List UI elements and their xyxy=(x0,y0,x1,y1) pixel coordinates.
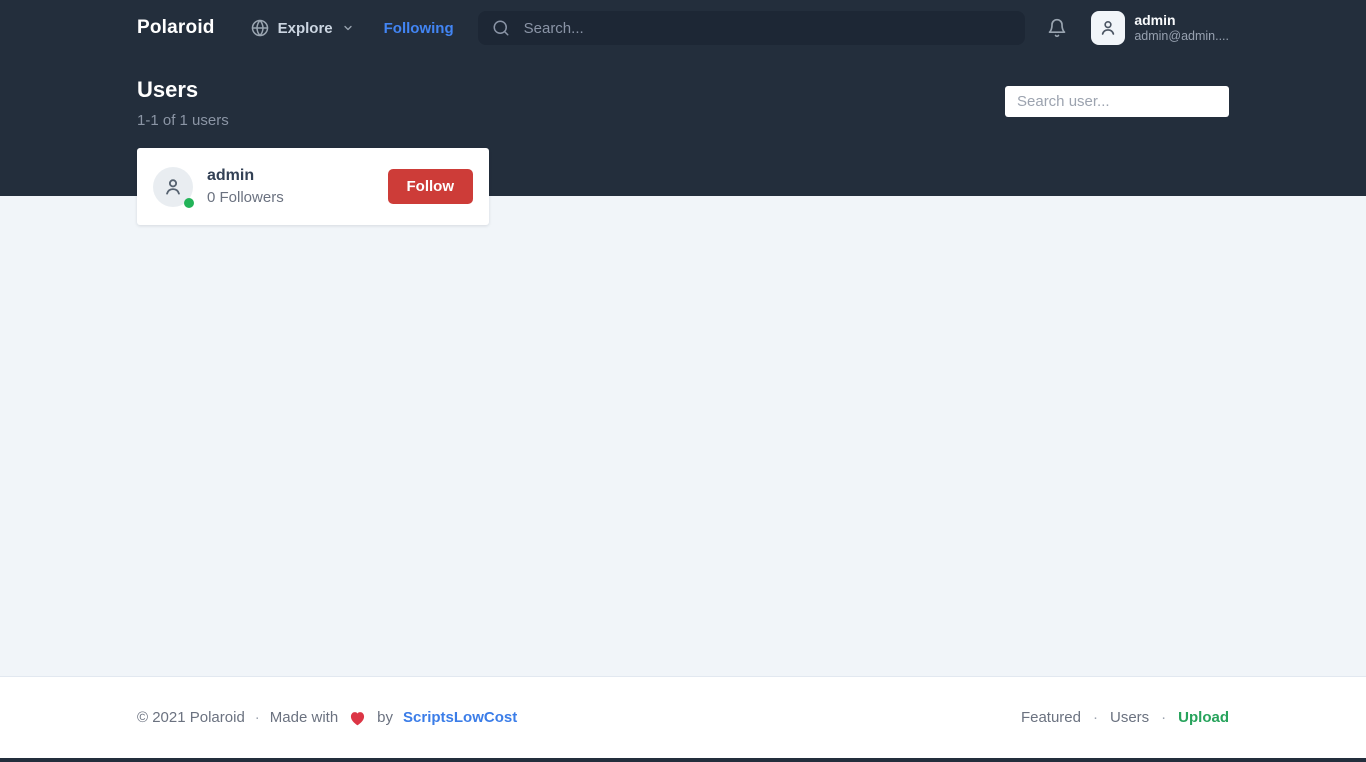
user-card-followers: 0 Followers xyxy=(207,189,284,207)
follow-button[interactable]: Follow xyxy=(387,169,473,204)
online-status-dot xyxy=(184,197,194,208)
user-card-info: admin 0 Followers xyxy=(207,166,284,207)
page-title: Users xyxy=(137,77,199,102)
footer-copyright: © 2021 Polaroid xyxy=(137,709,245,726)
avatar xyxy=(1091,11,1126,45)
footer-left: © 2021 Polaroid · Made with by ScriptsLo… xyxy=(137,709,517,726)
user-card[interactable]: admin 0 Followers Follow xyxy=(137,148,489,225)
footer-link-upload[interactable]: Upload xyxy=(1178,709,1229,726)
brand-logo[interactable]: Polaroid xyxy=(137,17,215,39)
notifications-button[interactable] xyxy=(1047,18,1067,38)
footer-link-users[interactable]: Users xyxy=(1110,709,1149,726)
search-icon xyxy=(492,19,510,37)
page-header-text: Users 1-1 of 1 users xyxy=(137,77,229,130)
footer-separator: · xyxy=(254,709,260,726)
users-count: 1-1 of 1 users xyxy=(137,112,229,130)
user-menu[interactable]: admin admin@admin.... xyxy=(1091,11,1229,45)
navbar-search xyxy=(477,11,1026,45)
footer-separator: · xyxy=(1092,709,1098,726)
user-menu-name: admin xyxy=(1134,12,1176,29)
user-card-name: admin xyxy=(207,166,255,184)
footer: © 2021 Polaroid · Made with by ScriptsLo… xyxy=(0,676,1366,758)
user-menu-email: admin@admin.... xyxy=(1134,28,1229,43)
user-menu-text: admin admin@admin.... xyxy=(1134,12,1229,44)
nav-explore-menu[interactable]: Explore xyxy=(251,19,354,37)
footer-separator: · xyxy=(1161,709,1167,726)
page-header: Users 1-1 of 1 users xyxy=(137,56,1229,129)
bell-icon xyxy=(1047,18,1067,38)
main-content: admin 0 Followers Follow xyxy=(0,148,1366,676)
chevron-down-icon xyxy=(342,22,354,34)
search-user-input[interactable] xyxy=(1005,86,1229,117)
user-icon xyxy=(162,176,184,198)
bottom-edge-strip xyxy=(0,758,1366,762)
navbar-search-input[interactable] xyxy=(521,18,1012,38)
nav-explore-label: Explore xyxy=(277,19,333,37)
navbar: Polaroid Explore Following Search... adm… xyxy=(137,0,1229,56)
heart-icon xyxy=(348,709,367,726)
globe-icon xyxy=(251,19,269,37)
footer-link-featured[interactable]: Featured xyxy=(1021,709,1081,726)
footer-links: Featured · Users · Upload xyxy=(1021,709,1229,726)
nav-following-link[interactable]: Following xyxy=(384,20,454,37)
user-icon xyxy=(1098,18,1118,38)
footer-made-with: Made with xyxy=(269,709,339,726)
user-card-avatar-wrap xyxy=(153,166,194,208)
users-grid: admin 0 Followers Follow xyxy=(137,148,1229,225)
footer-by: by xyxy=(377,709,394,726)
credit-link[interactable]: ScriptsLowCost xyxy=(403,709,517,726)
